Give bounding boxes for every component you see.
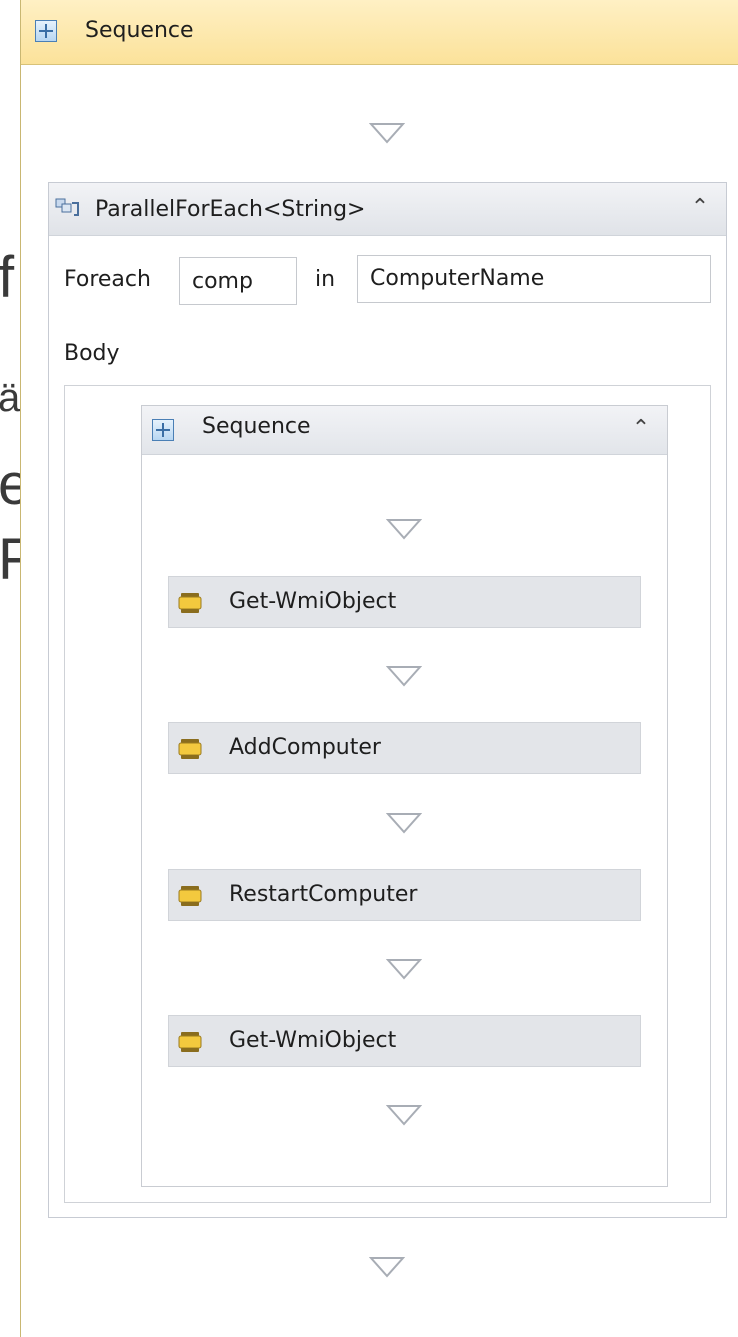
drop-target-arrow-icon[interactable] (386, 1104, 422, 1126)
double-chevron-up-icon[interactable]: ⌃ (689, 197, 711, 219)
drop-target-arrow-icon[interactable] (369, 122, 405, 144)
activity-icon (178, 1032, 202, 1052)
collection-expression-input[interactable]: ComputerName (357, 255, 711, 303)
activity-addcomputer[interactable]: AddComputer (168, 722, 641, 774)
parallel-foreach-header[interactable]: ParallelForEach<String> ⌃ (49, 183, 726, 236)
drop-target-arrow-icon[interactable] (386, 518, 422, 540)
outer-sequence-header[interactable]: Sequence (21, 0, 738, 65)
activity-get-wmiobject[interactable]: Get-WmiObject (168, 576, 641, 628)
inner-sequence-title: Sequence (202, 414, 311, 439)
drop-target-arrow-icon[interactable] (386, 812, 422, 834)
background-text-fragment: F (0, 530, 22, 590)
inner-sequence[interactable]: Sequence ⌃ Get-WmiObject AddComputer Res… (141, 405, 668, 1187)
parallel-foreach-title: ParallelForEach<String> (95, 197, 366, 222)
double-chevron-up-icon[interactable]: ⌃ (630, 418, 652, 440)
parallel-foreach-activity[interactable]: ParallelForEach<String> ⌃ Foreach comp i… (48, 182, 727, 1218)
activity-icon (178, 886, 202, 906)
inner-sequence-header[interactable]: Sequence ⌃ (142, 406, 667, 455)
sequence-icon (35, 20, 57, 42)
background-text-fragment: e (0, 455, 22, 515)
outer-sequence[interactable]: Sequence ParallelForEach<String> ⌃ Forea… (20, 0, 738, 1337)
background-text-fragment: f (0, 248, 15, 308)
body-drop-area[interactable]: Sequence ⌃ Get-WmiObject AddComputer Res… (64, 385, 711, 1203)
activity-icon (178, 739, 202, 759)
drop-target-arrow-icon[interactable] (386, 958, 422, 980)
activity-label: RestartComputer (229, 882, 418, 907)
parallel-foreach-icon (55, 198, 79, 216)
outer-sequence-title: Sequence (85, 18, 194, 43)
foreach-variable-input[interactable]: comp (179, 257, 297, 305)
activity-label: Get-WmiObject (229, 589, 397, 614)
activity-label: Get-WmiObject (229, 1028, 397, 1053)
activity-restartcomputer[interactable]: RestartComputer (168, 869, 641, 921)
drop-target-arrow-icon[interactable] (369, 1256, 405, 1278)
activity-icon (178, 593, 202, 613)
body-label: Body (64, 341, 120, 366)
foreach-label: Foreach (64, 267, 151, 292)
activity-get-wmiobject[interactable]: Get-WmiObject (168, 1015, 641, 1067)
sequence-icon (152, 419, 174, 441)
background-text-fragment: ä (0, 376, 21, 420)
activity-label: AddComputer (229, 735, 381, 760)
in-label: in (315, 267, 336, 292)
drop-target-arrow-icon[interactable] (386, 665, 422, 687)
